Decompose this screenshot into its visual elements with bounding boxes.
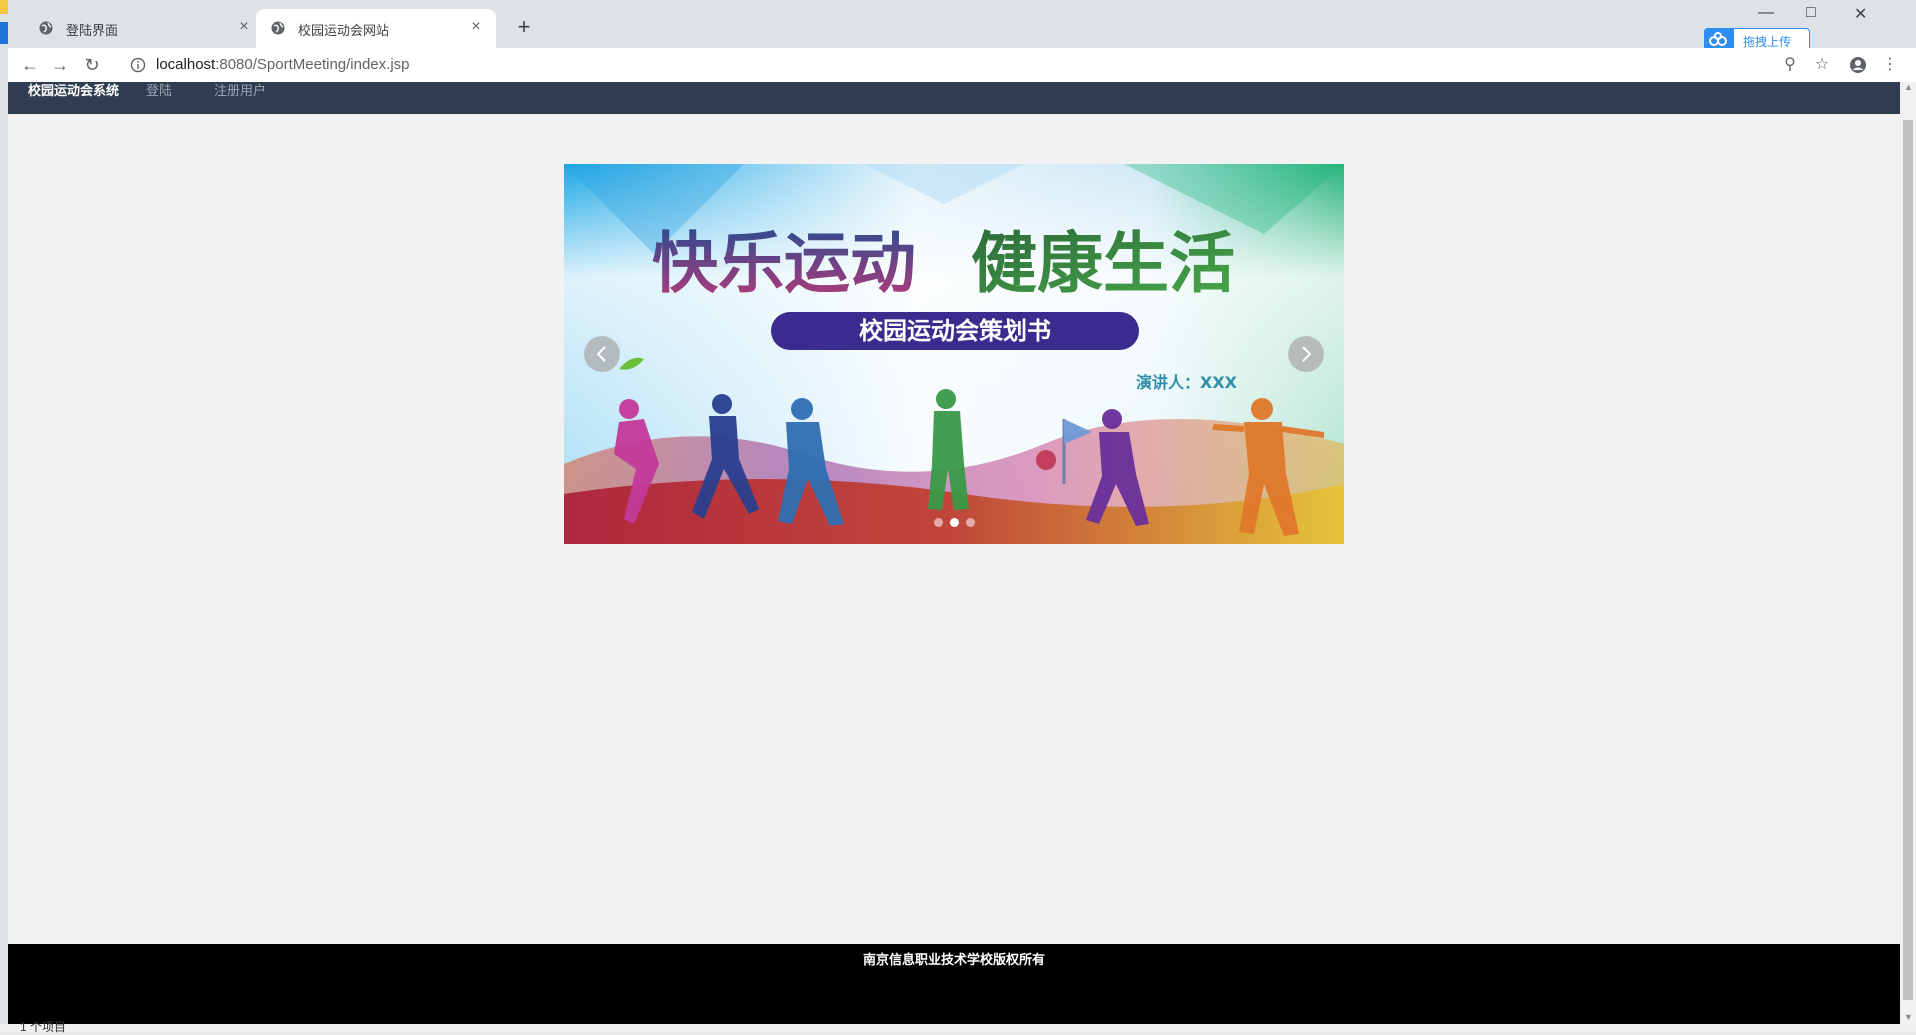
nav-link-login[interactable]: 登陆 — [146, 82, 172, 99]
scroll-up-icon[interactable]: ▲ — [1904, 82, 1913, 92]
copyright-text: 南京信息职业技术学校版权所有 — [862, 952, 1045, 967]
carousel-next-button[interactable] — [1288, 336, 1324, 372]
presenter-text: 演讲人：XXX — [1136, 373, 1238, 392]
carousel-indicator[interactable] — [934, 518, 943, 527]
window-controls: — □ ✕ — [1736, 0, 1916, 30]
tab-title: 校园运动会网站 — [298, 23, 390, 38]
profile-icon[interactable] — [1846, 53, 1870, 77]
page-scrollbar[interactable]: ▲ ▼ — [1900, 82, 1916, 1024]
nav-link-register[interactable]: 注册用户 — [214, 82, 266, 99]
site-brand[interactable]: 校园运动会系统 — [28, 82, 119, 99]
minimize-icon[interactable]: — — [1758, 4, 1774, 22]
window-frame-left — [0, 0, 8, 1032]
close-icon[interactable]: × — [234, 17, 254, 37]
carousel-prev-button[interactable] — [584, 336, 620, 372]
headline-left: 快乐运动 — [652, 225, 916, 302]
explorer-statusbar: 1 个项目 — [0, 1020, 1916, 1034]
tab-title: 登陆界面 — [66, 23, 119, 38]
window-close-icon[interactable]: ✕ — [1854, 4, 1867, 24]
chevron-left-icon — [596, 346, 606, 362]
browser-toolbar: ← → ↻ localhost:8080/SportMeeting/index.… — [8, 48, 1916, 83]
window-frame-accent — [0, 0, 8, 14]
url-path: :8080/SportMeeting/index.jsp — [215, 56, 410, 73]
close-icon[interactable]: × — [466, 17, 486, 37]
site-navbar: 校园运动会系统 登陆 注册用户 — [8, 82, 1900, 114]
browser-tab-bar: 登陆界面 × 校园运动会网站 × + — □ ✕ — [8, 0, 1916, 48]
menu-icon[interactable]: ⋮ — [1878, 53, 1902, 77]
page-footer: 南京信息职业技术学校版权所有 — [8, 944, 1900, 1024]
globe-icon — [271, 21, 285, 35]
address-bar[interactable]: localhost:8080/SportMeeting/index.jsp — [120, 52, 1760, 78]
carousel-indicators — [934, 516, 982, 528]
zoom-icon[interactable]: ⚲ — [1778, 53, 1802, 77]
forward-icon[interactable]: → — [48, 53, 72, 77]
scrollbar-thumb[interactable] — [1903, 120, 1913, 1000]
back-icon[interactable]: ← — [18, 53, 42, 77]
chevron-right-icon — [1302, 346, 1312, 362]
scroll-down-icon[interactable]: ▼ — [1904, 1012, 1913, 1022]
window-frame-accent — [0, 22, 8, 44]
carousel-indicator[interactable] — [966, 518, 975, 527]
url-text: localhost:8080/SportMeeting/index.jsp — [156, 56, 410, 73]
carousel-indicator-active[interactable] — [950, 518, 959, 527]
headline-right: 健康生活 — [971, 225, 1235, 302]
carousel-slide-image: 快乐运动 健康生活 校园运动会策划书 演讲人：XXX — [564, 164, 1344, 544]
info-icon — [130, 57, 146, 73]
statusbar-text: 1 个项目 — [20, 1020, 67, 1034]
web-page: 校园运动会系统 登陆 注册用户 快乐运动 健康生活 校园运动会策划书 演讲人：X… — [8, 82, 1900, 1024]
bookmark-star-icon[interactable]: ☆ — [1810, 53, 1834, 77]
maximize-icon[interactable]: □ — [1806, 4, 1816, 22]
globe-icon — [39, 21, 53, 35]
image-carousel[interactable]: 快乐运动 健康生活 校园运动会策划书 演讲人：XXX — [564, 164, 1344, 544]
reload-icon[interactable]: ↻ — [80, 53, 104, 77]
banner-text: 校园运动会策划书 — [859, 317, 1051, 345]
browser-tab-login[interactable]: 登陆界面 × — [24, 9, 264, 48]
new-tab-button[interactable]: + — [510, 14, 538, 42]
browser-tab-sports-site[interactable]: 校园运动会网站 × — [256, 9, 496, 48]
url-host: localhost — [156, 56, 216, 73]
